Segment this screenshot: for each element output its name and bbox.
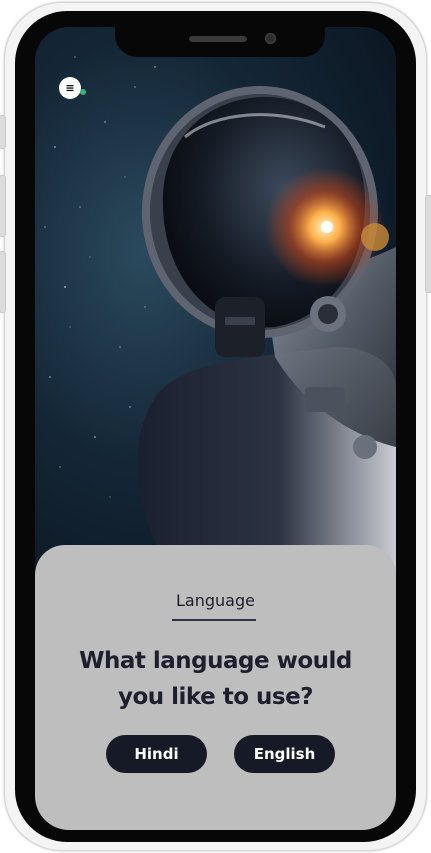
phone-notch [115,27,325,57]
mute-switch [0,115,6,149]
astronaut-illustration [44,56,396,587]
phone-frame: Language What language would you like to… [0,2,431,851]
speaker-grille [189,36,247,42]
hero-image-astronaut [35,27,396,587]
menu-icon [66,85,74,92]
menu-button[interactable] [59,77,81,99]
english-button[interactable]: English [234,735,335,773]
language-question: What language would you like to use? [79,648,352,710]
status-dot [80,89,86,95]
section-label: Language [176,591,255,610]
power-button [425,195,431,293]
volume-up-button [0,175,6,237]
language-sheet: Language What language would you like to… [35,545,396,830]
phone-bezel: Language What language would you like to… [15,11,416,842]
section-underline [172,619,256,621]
front-camera [265,33,276,44]
hindi-button[interactable]: Hindi [106,735,207,773]
volume-down-button [0,251,6,313]
app-screen: Language What language would you like to… [35,27,396,830]
